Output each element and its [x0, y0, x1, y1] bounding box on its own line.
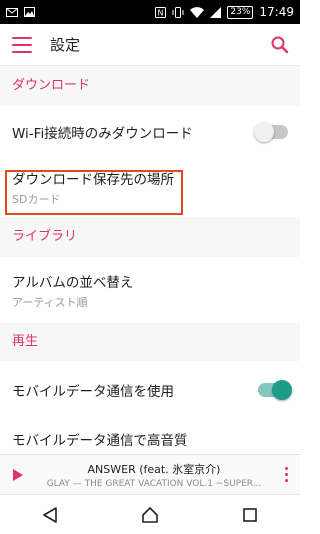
setting-value: アーティスト順	[12, 295, 88, 309]
clock: 17:49	[259, 5, 294, 19]
navigation-bar	[0, 494, 300, 534]
vibrate-icon	[172, 6, 184, 18]
nfc-icon: N	[155, 6, 167, 18]
wifi-only-toggle[interactable]	[254, 121, 288, 142]
now-playing-info[interactable]: ANSWER (feat. 氷室京介) GLAY — THE GREAT VAC…	[36, 461, 272, 489]
setting-wifi-only-download[interactable]: Wi-Fi接続時のみダウンロード	[0, 106, 300, 157]
play-icon[interactable]	[0, 455, 36, 495]
status-right: N 23% 17:49	[155, 5, 294, 19]
signal-icon	[210, 6, 222, 18]
section-header-download: ダウンロード	[0, 66, 300, 106]
app-bar: 設定	[0, 24, 300, 66]
setting-title: ダウンロード保存先の場所	[12, 171, 174, 188]
page-title: 設定	[50, 36, 81, 54]
battery-level: 23%	[227, 5, 254, 19]
mini-player[interactable]: ANSWER (feat. 氷室京介) GLAY — THE GREAT VAC…	[0, 454, 300, 494]
setting-download-location[interactable]: ダウンロード保存先の場所 SDカード	[0, 157, 300, 217]
track-artist-album: GLAY — THE GREAT VACATION VOL.1 ~SUPER..…	[46, 478, 262, 489]
setting-title: アルバムの並べ替え	[12, 274, 134, 291]
home-icon[interactable]	[130, 500, 170, 530]
track-title: ANSWER (feat. 氷室京介)	[87, 462, 221, 476]
back-icon[interactable]	[30, 500, 70, 530]
recents-icon[interactable]	[230, 500, 270, 530]
setting-album-sort[interactable]: アルバムの並べ替え アーティスト順	[0, 257, 300, 323]
status-left	[6, 7, 35, 17]
wifi-icon	[190, 6, 205, 18]
setting-mobile-data[interactable]: モバイルデータ通信を使用	[0, 361, 300, 419]
settings-list: ダウンロード Wi-Fi接続時のみダウンロード ダウンロード保存先の場所 SDカ…	[0, 66, 300, 459]
section-header-library: ライブラリ	[0, 217, 300, 257]
setting-title: Wi-Fi接続時のみダウンロード	[12, 125, 193, 142]
menu-icon[interactable]	[12, 36, 32, 53]
setting-title: モバイルデータ通信で高音質	[12, 433, 188, 449]
search-icon[interactable]	[270, 35, 290, 55]
svg-text:N: N	[158, 8, 164, 17]
status-bar: N 23% 17:49	[0, 0, 300, 24]
image-icon	[24, 7, 35, 17]
more-vert-icon[interactable]	[272, 455, 300, 495]
section-header-playback: 再生	[0, 323, 300, 361]
mobile-data-toggle[interactable]	[258, 380, 292, 400]
setting-mobile-hq[interactable]: モバイルデータ通信で高音質	[0, 419, 300, 459]
setting-value: SDカード	[12, 192, 61, 206]
setting-title: モバイルデータ通信を使用	[12, 384, 174, 400]
mail-icon	[6, 7, 18, 17]
